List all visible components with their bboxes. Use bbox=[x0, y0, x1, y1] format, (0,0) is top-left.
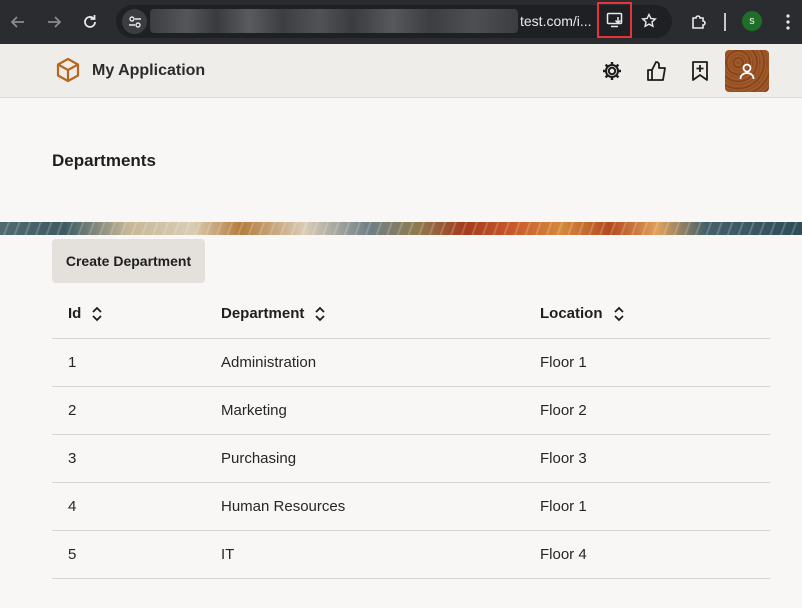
bookmark-star-button[interactable] bbox=[638, 10, 660, 32]
cell-department: IT bbox=[221, 546, 235, 563]
install-app-icon bbox=[606, 12, 622, 28]
back-button[interactable] bbox=[6, 10, 30, 34]
sort-icon[interactable] bbox=[91, 306, 103, 322]
column-label: Location bbox=[540, 305, 603, 322]
cell-id: 2 bbox=[68, 402, 77, 419]
arrow-right-icon bbox=[48, 16, 62, 28]
cell-location: Floor 1 bbox=[540, 354, 587, 371]
table-row[interactable]: 3 Purchasing Floor 3 bbox=[52, 435, 770, 483]
cell-id: 1 bbox=[68, 354, 77, 371]
toolbar-divider bbox=[724, 13, 726, 31]
gear-icon bbox=[603, 62, 621, 80]
cell-department: Administration bbox=[221, 354, 317, 371]
table-row[interactable]: 1 Administration Floor 1 bbox=[52, 339, 770, 387]
table-row[interactable]: 5 IT Floor 4 bbox=[52, 531, 770, 579]
user-icon bbox=[739, 63, 755, 80]
reload-button[interactable] bbox=[78, 10, 102, 34]
column-label: Id bbox=[68, 305, 82, 322]
cell-id: 3 bbox=[68, 450, 77, 467]
address-bar[interactable]: test.com/i... bbox=[116, 2, 672, 38]
app-title[interactable]: My Application bbox=[92, 62, 205, 80]
like-button[interactable] bbox=[644, 58, 670, 84]
forward-button[interactable] bbox=[42, 10, 66, 34]
table-header: Id Department Location bbox=[52, 291, 770, 339]
extensions-button[interactable] bbox=[687, 10, 711, 34]
browser-menu-button[interactable] bbox=[778, 10, 798, 34]
kebab-menu-icon bbox=[786, 14, 790, 30]
app-header: My Application bbox=[0, 44, 802, 98]
column-header-department[interactable]: Department bbox=[221, 305, 326, 322]
user-avatar-button[interactable] bbox=[725, 50, 769, 92]
table-row[interactable]: 2 Marketing Floor 2 bbox=[52, 387, 770, 435]
bookmark-plus-icon bbox=[692, 61, 708, 81]
browser-toolbar: test.com/i... s bbox=[0, 0, 802, 44]
star-icon bbox=[641, 13, 657, 28]
url-text: test.com/i... bbox=[520, 13, 592, 29]
bookmark-add-button[interactable] bbox=[687, 58, 713, 84]
puzzle-icon bbox=[692, 15, 706, 29]
url-redacted bbox=[150, 9, 518, 33]
site-info-button[interactable] bbox=[122, 9, 147, 34]
sort-icon[interactable] bbox=[613, 306, 625, 322]
decorative-banner bbox=[0, 222, 802, 235]
sort-icon[interactable] bbox=[314, 306, 326, 322]
column-header-location[interactable]: Location bbox=[540, 305, 625, 322]
thumbs-up-icon bbox=[647, 61, 666, 81]
settings-button[interactable] bbox=[599, 58, 625, 84]
profile-avatar[interactable]: s bbox=[742, 11, 762, 31]
cell-location: Floor 2 bbox=[540, 402, 587, 419]
cell-location: Floor 4 bbox=[540, 546, 587, 563]
cell-department: Marketing bbox=[221, 402, 287, 419]
install-app-button[interactable] bbox=[597, 2, 632, 38]
cell-department: Human Resources bbox=[221, 498, 346, 515]
app-logo[interactable] bbox=[54, 56, 82, 84]
cell-id: 5 bbox=[68, 546, 77, 563]
reload-icon bbox=[84, 15, 96, 28]
column-header-id[interactable]: Id bbox=[68, 305, 103, 322]
create-department-button[interactable]: Create Department bbox=[52, 239, 205, 283]
cell-id: 4 bbox=[68, 498, 77, 515]
departments-table: Id Department Location 1 Administration … bbox=[52, 291, 770, 579]
tune-icon bbox=[128, 15, 141, 28]
page-title: Departments bbox=[52, 151, 156, 170]
arrow-left-icon bbox=[10, 16, 24, 28]
table-row[interactable]: 4 Human Resources Floor 1 bbox=[52, 483, 770, 531]
column-label: Department bbox=[221, 305, 305, 322]
cell-department: Purchasing bbox=[221, 450, 297, 467]
cell-location: Floor 3 bbox=[540, 450, 587, 467]
cell-location: Floor 1 bbox=[540, 498, 587, 515]
cube-icon bbox=[56, 57, 80, 83]
